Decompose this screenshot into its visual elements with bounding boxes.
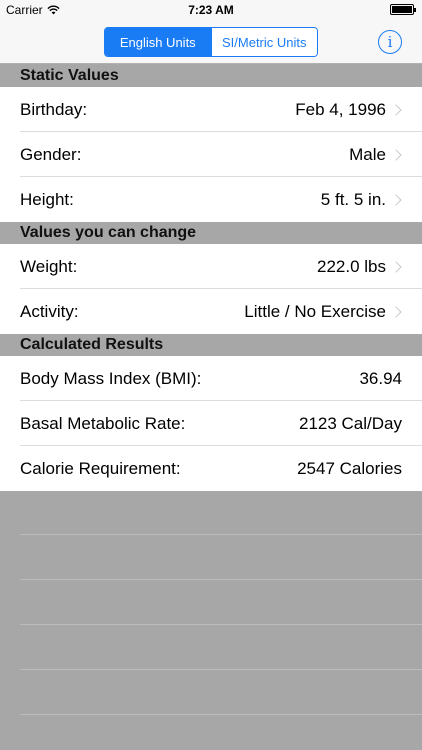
row-label: Weight: <box>20 256 78 276</box>
row-value: 36.94 <box>359 368 402 388</box>
empty-table-area <box>0 490 422 750</box>
separator-line <box>20 534 422 535</box>
settings-table: Static Values Birthday: Feb 4, 1996 Gend… <box>0 65 422 491</box>
chevron-right-icon <box>390 193 402 206</box>
row-label: Calorie Requirement: <box>20 458 181 478</box>
row-calorie-requirement: Calorie Requirement: 2547 Calories <box>0 446 422 491</box>
separator-line <box>20 579 422 580</box>
row-value: 2123 Cal/Day <box>298 413 402 433</box>
row-weight[interactable]: Weight: 222.0 lbs <box>0 244 422 289</box>
row-basal-metabolic-rate: Basal Metabolic Rate: 2123 Cal/Day <box>0 401 422 446</box>
row-value: Feb 4, 1996 <box>295 99 386 119</box>
row-activity[interactable]: Activity: Little / No Exercise <box>0 289 422 334</box>
row-value: Male <box>349 144 386 164</box>
battery-icon <box>390 4 416 15</box>
segment-si-metric-units[interactable]: SI/Metric Units <box>210 28 317 56</box>
row-label: Body Mass Index (BMI): <box>20 368 202 388</box>
chevron-right-icon <box>390 148 402 161</box>
nav-bar: English Units SI/Metric Units i <box>0 20 422 64</box>
info-icon[interactable]: i <box>378 30 402 54</box>
row-value: 2547 Calories <box>297 458 402 478</box>
section-header-static-values: Static Values <box>0 65 422 87</box>
section-header-calculated-results: Calculated Results <box>0 334 422 356</box>
separator-line <box>20 714 422 715</box>
separator-line <box>20 669 422 670</box>
row-label: Gender: <box>20 144 82 164</box>
row-label: Birthday: <box>20 99 88 119</box>
segment-english-units[interactable]: English Units <box>105 28 211 56</box>
row-bmi: Body Mass Index (BMI): 36.94 <box>0 356 422 401</box>
row-value: 5 ft. 5 in. <box>320 189 386 209</box>
chevron-right-icon <box>390 103 402 116</box>
status-bar: Carrier 7:23 AM <box>0 0 422 20</box>
row-gender[interactable]: Gender: Male <box>0 132 422 177</box>
row-label: Basal Metabolic Rate: <box>20 413 186 433</box>
row-label: Height: <box>20 189 74 209</box>
units-segmented-control: English Units SI/Metric Units <box>104 27 318 57</box>
row-label: Activity: <box>20 301 79 321</box>
status-time: 7:23 AM <box>188 3 234 17</box>
chevron-right-icon <box>390 260 402 273</box>
chevron-right-icon <box>390 305 402 318</box>
row-value: 222.0 lbs <box>317 256 386 276</box>
row-height[interactable]: Height: 5 ft. 5 in. <box>0 177 422 222</box>
separator-line <box>20 624 422 625</box>
row-value: Little / No Exercise <box>244 301 386 321</box>
section-header-values-you-can-change: Values you can change <box>0 222 422 244</box>
row-birthday[interactable]: Birthday: Feb 4, 1996 <box>0 87 422 132</box>
